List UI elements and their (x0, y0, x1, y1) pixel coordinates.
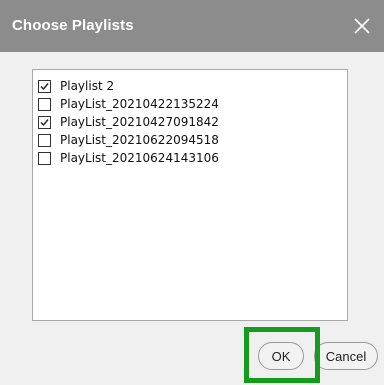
dialog-title: Choose Playlists (12, 17, 134, 34)
list-item-playlist-20210622094518[interactable]: PlayList_20210622094518 (38, 131, 219, 149)
cancel-button[interactable]: Cancel (314, 342, 378, 370)
list-item-playlist-20210427091842[interactable]: PlayList_20210427091842 (38, 113, 219, 131)
checkbox[interactable] (38, 133, 51, 147)
list-item-label: PlayList_20210622094518 (60, 133, 219, 147)
dialog-titlebar: Choose Playlists (0, 0, 384, 52)
checkbox[interactable] (38, 151, 51, 165)
list-item-playlist-20210422135224[interactable]: PlayList_20210422135224 (38, 95, 219, 113)
list-item-label: Playlist 2 (60, 79, 115, 93)
checkbox[interactable] (38, 79, 51, 93)
list-item-playlist-20210624143106[interactable]: PlayList_20210624143106 (38, 149, 219, 167)
list-item-playlist-2[interactable]: Playlist 2 (38, 77, 114, 95)
checkmark-icon (40, 118, 49, 126)
checkbox[interactable] (38, 115, 51, 129)
choose-playlists-dialog: Choose Playlists Playlist 2 PlayList_202… (0, 0, 384, 385)
checkmark-icon (40, 82, 49, 90)
checkbox[interactable] (38, 97, 51, 111)
close-icon[interactable] (350, 14, 374, 38)
list-item-label: PlayList_20210624143106 (60, 151, 219, 165)
list-item-label: PlayList_20210427091842 (60, 115, 219, 129)
ok-button[interactable]: OK (258, 342, 304, 370)
list-item-label: PlayList_20210422135224 (60, 97, 219, 111)
playlist-list[interactable]: Playlist 2 PlayList_20210422135224 PlayL… (32, 69, 348, 321)
